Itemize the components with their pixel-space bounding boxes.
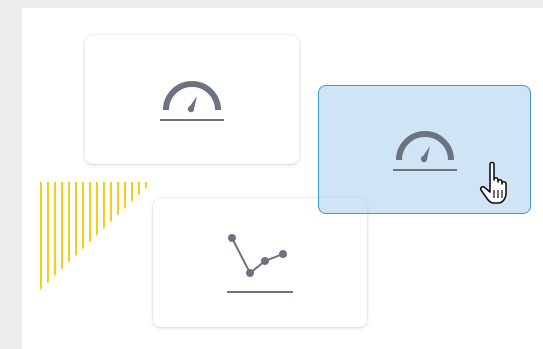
line-chart-icon [227, 233, 293, 293]
gauge-widget-card[interactable] [85, 35, 299, 164]
gauge-icon [392, 130, 457, 171]
hand-pointer-icon [479, 161, 507, 204]
line-chart-widget-card[interactable] [153, 198, 367, 327]
gauge-icon [160, 80, 224, 121]
